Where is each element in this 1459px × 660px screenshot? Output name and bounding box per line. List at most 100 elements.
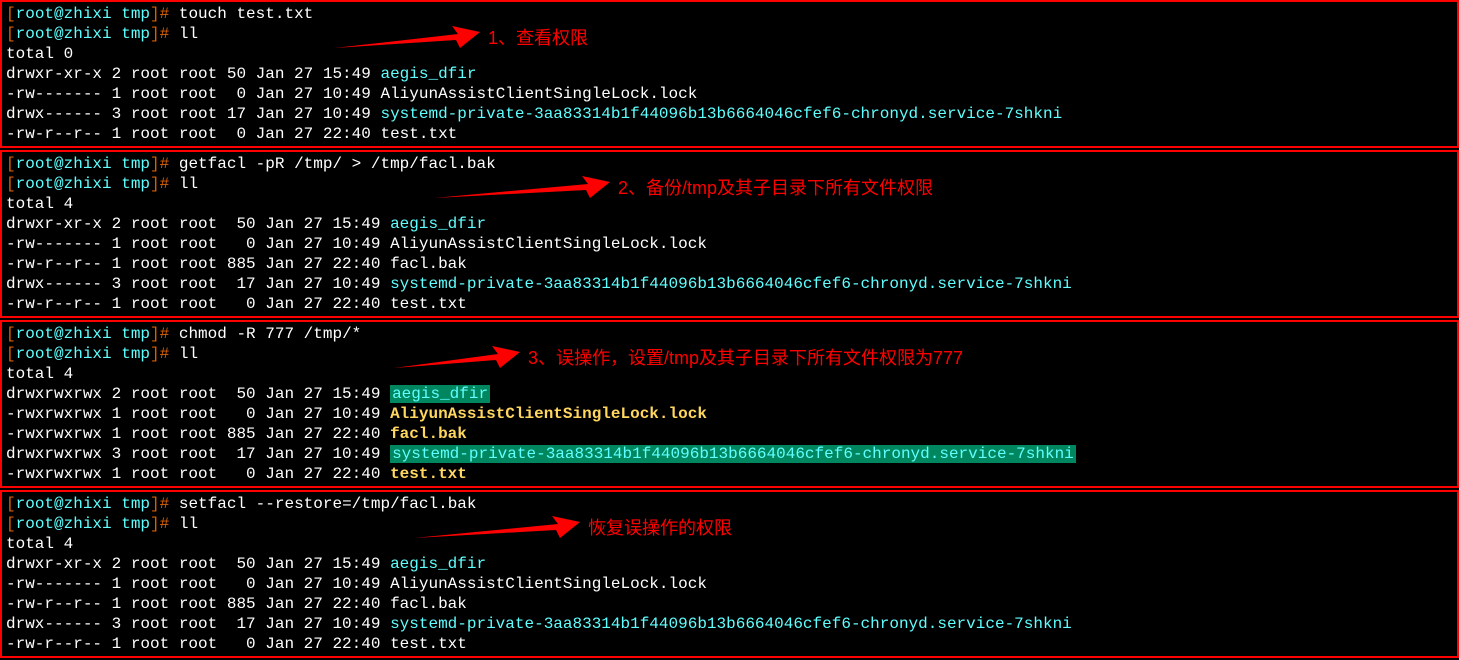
prompt-host: root@zhixi tmp — [16, 155, 150, 173]
ls-filename: systemd-private-3aa83314b1f44096b13b6664… — [390, 275, 1072, 293]
ls-filename: test.txt — [390, 295, 467, 313]
prompt-host: root@zhixi tmp — [16, 325, 150, 343]
terminal-line: total 0 — [6, 44, 1453, 64]
ls-perm: -rw------- 1 root root 0 Jan 27 10:49 — [6, 575, 390, 593]
ls-perm: drwxrwxrwx 3 root root 17 Jan 27 10:49 — [6, 445, 390, 463]
ls-perm: drwx------ 3 root root 17 Jan 27 10:49 — [6, 275, 390, 293]
prompt-bracket: [ — [6, 325, 16, 343]
ls-perm: drwx------ 3 root root 17 Jan 27 10:49 — [6, 105, 380, 123]
output-text: total 4 — [6, 195, 73, 213]
terminal-line: [root@zhixi tmp]# setfacl --restore=/tmp… — [6, 494, 1453, 514]
ls-perm: -rwxrwxrwx 1 root root 0 Jan 27 22:40 — [6, 465, 390, 483]
ls-perm: -rw------- 1 root root 0 Jan 27 10:49 — [6, 235, 390, 253]
prompt-bracket: [ — [6, 25, 16, 43]
terminal-line: -rwxrwxrwx 1 root root 0 Jan 27 10:49 Al… — [6, 404, 1453, 424]
terminal-line: -rwxrwxrwx 1 root root 0 Jan 27 22:40 te… — [6, 464, 1453, 484]
terminal-line: drwx------ 3 root root 17 Jan 27 10:49 s… — [6, 614, 1453, 634]
ls-filename: systemd-private-3aa83314b1f44096b13b6664… — [390, 445, 1076, 463]
terminal-line: drwxr-xr-x 2 root root 50 Jan 27 15:49 a… — [6, 64, 1453, 84]
command-text: ll — [179, 345, 198, 363]
terminal-line: -rw------- 1 root root 0 Jan 27 10:49 Al… — [6, 574, 1453, 594]
output-text: total 0 — [6, 45, 73, 63]
prompt-suffix: ]# — [150, 515, 179, 533]
terminal-line: [root@zhixi tmp]# chmod -R 777 /tmp/* — [6, 324, 1453, 344]
ls-perm: -rwxrwxrwx 1 root root 0 Jan 27 10:49 — [6, 405, 390, 423]
ls-filename: test.txt — [390, 635, 467, 653]
ls-filename: systemd-private-3aa83314b1f44096b13b6664… — [380, 105, 1062, 123]
terminal-line: drwxrwxrwx 3 root root 17 Jan 27 10:49 s… — [6, 444, 1453, 464]
terminal-line: -rw-r--r-- 1 root root 0 Jan 27 22:40 te… — [6, 634, 1453, 654]
ls-filename: aegis_dfir — [380, 65, 476, 83]
prompt-bracket: [ — [6, 345, 16, 363]
ls-filename: systemd-private-3aa83314b1f44096b13b6664… — [390, 615, 1072, 633]
ls-perm: -rw------- 1 root root 0 Jan 27 10:49 — [6, 85, 380, 103]
prompt-host: root@zhixi tmp — [16, 175, 150, 193]
terminal-line: [root@zhixi tmp]# ll — [6, 174, 1453, 194]
ls-perm: drwxr-xr-x 2 root root 50 Jan 27 15:49 — [6, 65, 380, 83]
prompt-host: root@zhixi tmp — [16, 515, 150, 533]
ls-perm: drwxr-xr-x 2 root root 50 Jan 27 15:49 — [6, 215, 390, 233]
command-text: ll — [179, 515, 198, 533]
ls-perm: -rw-r--r-- 1 root root 0 Jan 27 22:40 — [6, 295, 390, 313]
prompt-suffix: ]# — [150, 495, 179, 513]
ls-filename: test.txt — [390, 465, 467, 483]
ls-perm: -rw-r--r-- 1 root root 0 Jan 27 22:40 — [6, 125, 380, 143]
ls-filename: test.txt — [380, 125, 457, 143]
terminal-line: -rw-r--r-- 1 root root 885 Jan 27 22:40 … — [6, 594, 1453, 614]
terminal-line: -rw-r--r-- 1 root root 885 Jan 27 22:40 … — [6, 254, 1453, 274]
ls-filename: aegis_dfir — [390, 555, 486, 573]
command-text: ll — [179, 175, 198, 193]
prompt-suffix: ]# — [150, 345, 179, 363]
ls-filename: aegis_dfir — [390, 385, 490, 403]
terminal-line: drwx------ 3 root root 17 Jan 27 10:49 s… — [6, 274, 1453, 294]
ls-filename: AliyunAssistClientSingleLock.lock — [380, 85, 697, 103]
terminal-line: [root@zhixi tmp]# getfacl -pR /tmp/ > /t… — [6, 154, 1453, 174]
terminal-block: 3、误操作，设置/tmp及其子目录下所有文件权限为777[root@zhixi … — [0, 320, 1459, 488]
terminal-line: -rw-r--r-- 1 root root 0 Jan 27 22:40 te… — [6, 294, 1453, 314]
ls-filename: AliyunAssistClientSingleLock.lock — [390, 575, 707, 593]
command-text: ll — [179, 25, 198, 43]
command-text: getfacl -pR /tmp/ > /tmp/facl.bak — [179, 155, 496, 173]
terminal-line: -rwxrwxrwx 1 root root 885 Jan 27 22:40 … — [6, 424, 1453, 444]
terminal-line: drwx------ 3 root root 17 Jan 27 10:49 s… — [6, 104, 1453, 124]
terminal-block: 1、查看权限[root@zhixi tmp]# touch test.txt[r… — [0, 0, 1459, 148]
terminal-line: [root@zhixi tmp]# ll — [6, 514, 1453, 534]
prompt-suffix: ]# — [150, 25, 179, 43]
ls-filename: facl.bak — [390, 595, 467, 613]
terminal-line: total 4 — [6, 364, 1453, 384]
terminal-line: total 4 — [6, 534, 1453, 554]
ls-perm: -rw-r--r-- 1 root root 885 Jan 27 22:40 — [6, 255, 390, 273]
terminal-line: total 4 — [6, 194, 1453, 214]
command-text: setfacl --restore=/tmp/facl.bak — [179, 495, 477, 513]
terminal-line: drwxr-xr-x 2 root root 50 Jan 27 15:49 a… — [6, 554, 1453, 574]
command-text: touch test.txt — [179, 5, 313, 23]
terminal-line: [root@zhixi tmp]# touch test.txt — [6, 4, 1453, 24]
prompt-suffix: ]# — [150, 155, 179, 173]
ls-filename: aegis_dfir — [390, 215, 486, 233]
ls-perm: -rw-r--r-- 1 root root 0 Jan 27 22:40 — [6, 635, 390, 653]
terminal-line: [root@zhixi tmp]# ll — [6, 24, 1453, 44]
prompt-suffix: ]# — [150, 325, 179, 343]
prompt-suffix: ]# — [150, 175, 179, 193]
ls-filename: facl.bak — [390, 425, 467, 443]
terminal-line: -rw-r--r-- 1 root root 0 Jan 27 22:40 te… — [6, 124, 1453, 144]
ls-perm: drwx------ 3 root root 17 Jan 27 10:49 — [6, 615, 390, 633]
prompt-bracket: [ — [6, 155, 16, 173]
ls-filename: AliyunAssistClientSingleLock.lock — [390, 405, 707, 423]
terminal-block: 2、备份/tmp及其子目录下所有文件权限[root@zhixi tmp]# ge… — [0, 150, 1459, 318]
terminal-line: [root@zhixi tmp]# ll — [6, 344, 1453, 364]
prompt-host: root@zhixi tmp — [16, 345, 150, 363]
ls-perm: drwxrwxrwx 2 root root 50 Jan 27 15:49 — [6, 385, 390, 403]
terminal-line: -rw------- 1 root root 0 Jan 27 10:49 Al… — [6, 84, 1453, 104]
prompt-bracket: [ — [6, 5, 16, 23]
ls-filename: facl.bak — [390, 255, 467, 273]
terminal-line: drwxrwxrwx 2 root root 50 Jan 27 15:49 a… — [6, 384, 1453, 404]
terminal-line: drwxr-xr-x 2 root root 50 Jan 27 15:49 a… — [6, 214, 1453, 234]
prompt-bracket: [ — [6, 495, 16, 513]
ls-filename: AliyunAssistClientSingleLock.lock — [390, 235, 707, 253]
prompt-host: root@zhixi tmp — [16, 25, 150, 43]
prompt-bracket: [ — [6, 175, 16, 193]
ls-perm: drwxr-xr-x 2 root root 50 Jan 27 15:49 — [6, 555, 390, 573]
prompt-host: root@zhixi tmp — [16, 5, 150, 23]
terminal-block: 恢复误操作的权限[root@zhixi tmp]# setfacl --rest… — [0, 490, 1459, 658]
